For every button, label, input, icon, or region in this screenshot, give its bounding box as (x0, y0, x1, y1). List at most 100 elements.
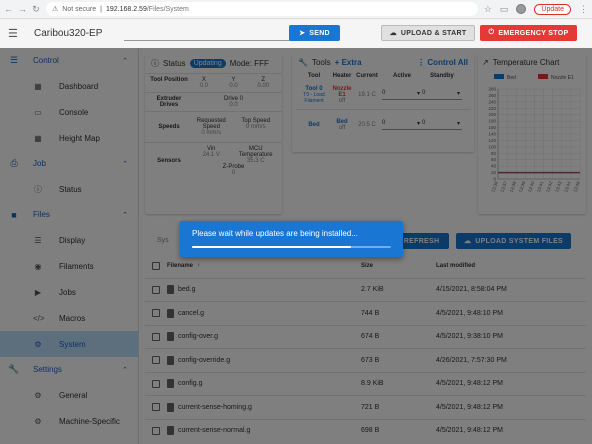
row-checkbox[interactable] (152, 285, 160, 294)
chevron-up-icon: ⌃ (122, 57, 128, 65)
y-tick-label: 200 (488, 112, 496, 117)
y-tick-label: 20 (491, 170, 497, 175)
sidebar: ☰ Control ⌃ ▦ Dashboard ▭ Console ▦ Height Ma… (0, 48, 139, 444)
sidebar-item-display[interactable]: ☰ Display (0, 227, 138, 253)
x-tick-label: 13:37 (499, 180, 508, 193)
file-icon (167, 355, 174, 365)
file-modified: 4/5/2021, 9:48:12 PM (436, 403, 503, 411)
folder-icon: ■ (11, 209, 17, 220)
back-icon[interactable]: ← (4, 4, 13, 14)
sidebar-item-heightmap[interactable]: ▦ Height Map (0, 125, 138, 151)
not-secure-label: Not secure (62, 5, 97, 13)
menu-icon[interactable]: ☰ (8, 27, 22, 40)
table-row[interactable]: cancel.g 744 B 4/5/2021, 9:48:10 PM (145, 301, 586, 325)
row-checkbox[interactable] (152, 356, 160, 365)
sort-by-filename[interactable]: Filename (167, 263, 193, 269)
y-tick-label: 120 (488, 138, 496, 143)
sort-arrow-up-icon: ↑ (197, 262, 201, 269)
temperature-chart-header: ↗ Temperature Chart (478, 54, 586, 71)
sort-by-size[interactable]: Size (361, 263, 436, 269)
sidebar-item-system[interactable]: ⚙ System (0, 331, 138, 357)
sidebar-item-macros[interactable]: </> Macros (0, 305, 138, 331)
file-size: 2.7 KiB (361, 286, 384, 294)
standby-temp-select[interactable]: 0 ▾ (422, 90, 462, 100)
avatar[interactable] (516, 4, 527, 14)
send-icon: ➤ (299, 30, 306, 37)
temperature-chart-panel: ↗ Temperature Chart Bed Nozzle E1 0 20 40 60 8… (478, 54, 586, 214)
sidebar-item-jobs[interactable]: ▶ Jobs (0, 279, 138, 305)
file-name: config-override.g (178, 356, 231, 364)
sidebar-group-settings[interactable]: 🔧 Settings ⌃ (0, 357, 138, 382)
sidebar-group-control[interactable]: ☰ Control ⌃ (0, 48, 138, 73)
cogs-icon: ⚙ (34, 416, 42, 426)
machine-select[interactable]: ▼ (124, 27, 308, 41)
update-button[interactable]: Update (534, 3, 571, 15)
table-row[interactable]: current-sense-normal.g 698 B 4/5/2021, 9:4… (145, 418, 586, 443)
update-progress-bar (192, 246, 391, 248)
row-checkbox[interactable] (152, 403, 160, 412)
reload-icon[interactable]: ↻ (32, 4, 40, 15)
tool-position-row: Tool Position X 0.0 Y 0.0 Z 0.00 (145, 73, 282, 92)
sidebar-item-dashboard[interactable]: ▦ Dashboard (0, 73, 138, 99)
upload-start-button[interactable]: ☁ UPLOAD & START (381, 25, 475, 41)
row-checkbox[interactable] (152, 426, 160, 435)
tools-panel: 🔧 Tools + Extra ⋮ Control All Tool Heate… (292, 54, 474, 152)
console-icon: ▭ (34, 107, 42, 117)
load-filament-link[interactable]: T0 - Load Filament (296, 92, 332, 104)
sidebar-item-job-status[interactable]: ⓘ Status (0, 176, 138, 202)
bed-button[interactable]: Bed (296, 122, 332, 128)
caret-down-icon: ▾ (456, 91, 460, 97)
legend-swatch (494, 74, 504, 79)
y-tick-label: 60 (491, 157, 497, 162)
app-bar: ☰ Caribou320-EP ▼ ➤SEND ☁UPLOAD & START … (0, 19, 592, 48)
select-all-checkbox[interactable] (152, 261, 160, 270)
x-tick-label: 13:46 (572, 180, 581, 193)
extension-icon[interactable]: ▭ (500, 4, 509, 15)
more-icon[interactable]: ⋮ (579, 4, 588, 15)
sidebar-group-files[interactable]: ■ Files ⌃ (0, 202, 138, 227)
temperature-chart-title: Temperature Chart (492, 58, 560, 67)
row-checkbox[interactable] (152, 379, 160, 388)
bed-active-select[interactable]: 0 ▾ (382, 120, 422, 130)
row-checkbox[interactable] (152, 309, 160, 318)
row-checkbox[interactable] (152, 332, 160, 341)
sidebar-item-filaments[interactable]: ◉ Filaments (0, 253, 138, 279)
file-size: 744 B (361, 309, 380, 317)
sidebar-item-general[interactable]: ⚙ General (0, 382, 138, 408)
table-row[interactable]: bed.g 2.7 KiB 4/15/2021, 8:58:04 PM (145, 277, 586, 302)
send-button[interactable]: ➤ SEND (289, 25, 340, 41)
sidebar-item-machine-specific[interactable]: ⚙ Machine-Specific (0, 408, 138, 434)
x-tick-label: 13:40 (527, 180, 536, 193)
table-row[interactable]: current-sense-homing.g 721 B 4/5/2021, 9:4… (145, 395, 586, 419)
x-tick-label: 13:42 (545, 180, 554, 193)
info-icon: ⓘ (34, 184, 42, 194)
control-all-button[interactable]: ⋮ Control All (417, 58, 468, 67)
address-bar[interactable]: ⚠ Not secure | 192.168.2.59/Files/System (46, 2, 478, 16)
power-icon: ⏻ (488, 29, 495, 36)
sidebar-group-job[interactable]: ⎙ Job ⌃ (0, 151, 138, 176)
tools-header: 🔧 Tools + Extra ⋮ Control All (298, 58, 468, 67)
file-name: current-sense-homing.g (178, 403, 252, 411)
update-message: Please wait while updates are being inst… (192, 229, 358, 238)
y-tick-label: 80 (491, 151, 497, 156)
file-size: 8.9 KiB (361, 380, 384, 388)
y-tick-label: 220 (488, 106, 496, 111)
bed-standby-select[interactable]: 0 ▾ (422, 120, 462, 130)
forward-icon[interactable]: → (18, 4, 27, 14)
sort-by-modified[interactable]: Last modified (436, 263, 586, 269)
table-row[interactable]: config-override.g 673 B 4/26/2021, 7:57:30… (145, 348, 586, 372)
emergency-stop-button[interactable]: ⏻ EMERGENCY STOP (480, 25, 577, 41)
extra-tab[interactable]: + Extra (335, 58, 362, 67)
upload-system-files-button[interactable]: ☁ UPLOAD SYSTEM FILES (456, 233, 571, 249)
star-icon[interactable]: ☆ (484, 4, 492, 15)
active-temp-select[interactable]: 0 ▾ (382, 90, 422, 100)
settings-icon: ⚙ (34, 390, 42, 400)
file-icon (167, 332, 174, 342)
sidebar-item-console[interactable]: ▭ Console (0, 99, 138, 125)
code-icon: </> (33, 313, 45, 323)
status-title: Status (163, 59, 186, 68)
y-tick-label: 280 (488, 87, 496, 92)
url-text: 192.168.2.59/Files/System (105, 5, 189, 13)
table-row[interactable]: config.g 8.9 KiB 4/5/2021, 9:48:12 PM (145, 371, 586, 396)
table-row[interactable]: config-over.g 674 B 4/5/2021, 9:38:10 PM (145, 324, 586, 349)
